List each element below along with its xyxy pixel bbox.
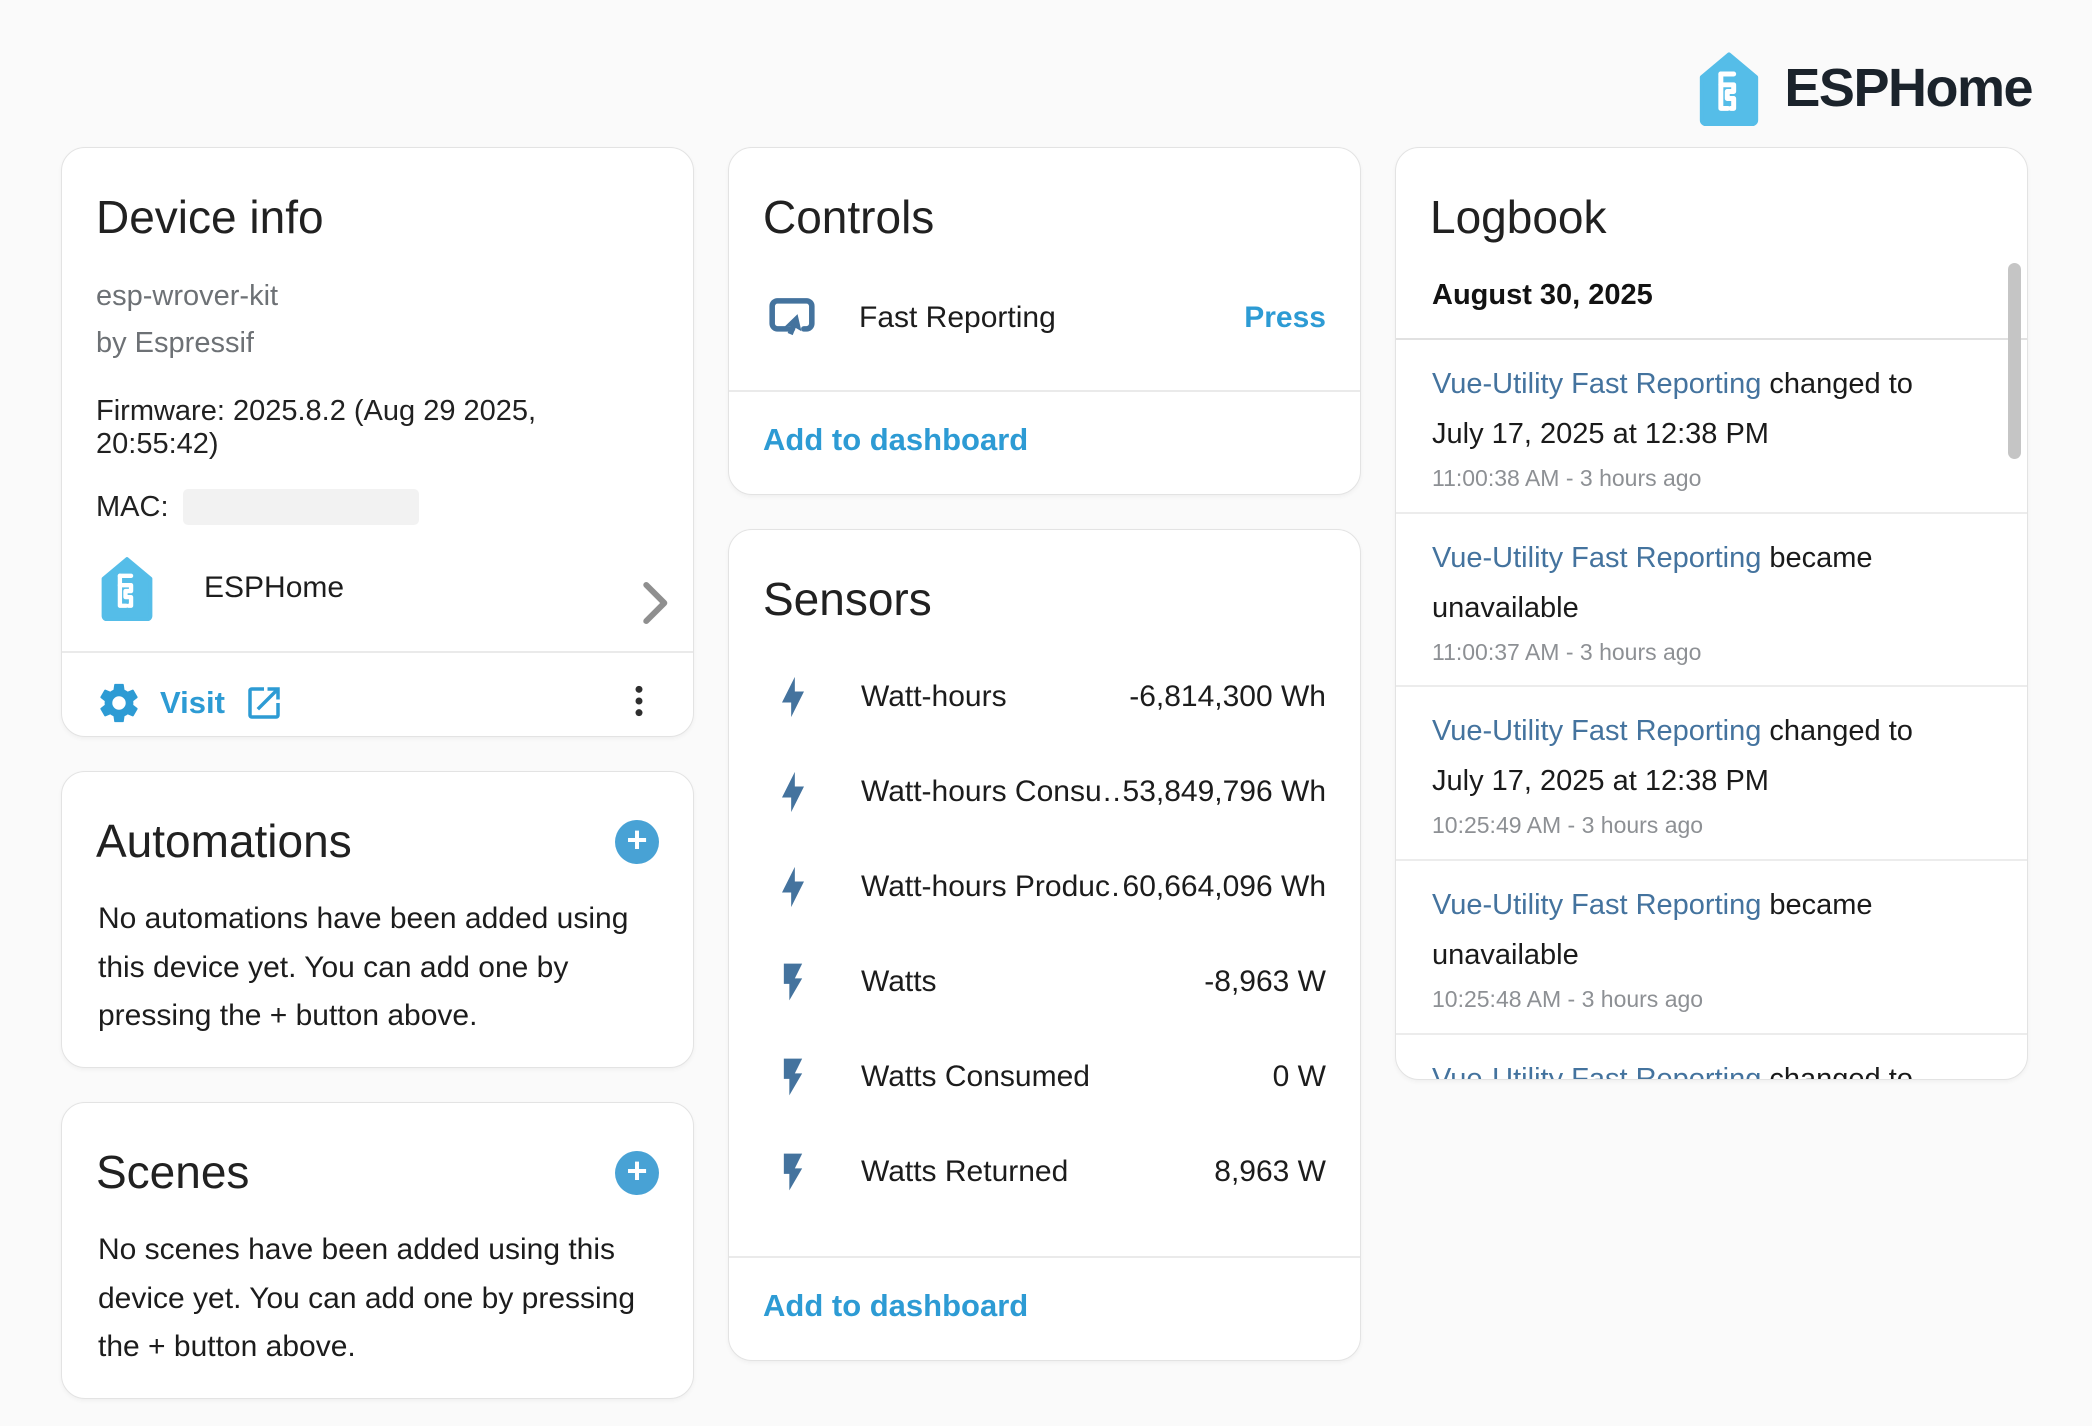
logbook-card: Logbook August 30, 2025 Vue-Utility Fast… — [1395, 147, 2028, 1080]
sensor-name: Watts — [861, 965, 937, 999]
logbook-entry-message: Vue-Utility Fast Reporting became unavai… — [1432, 881, 1965, 981]
flash-icon — [771, 960, 815, 1004]
device-page-grid: Device info esp-wrover-kit by Espressif … — [61, 147, 2028, 1399]
sensor-row-watt-hours-produced[interactable]: Watt-hours Produc… 60,664,096 Wh — [729, 839, 1360, 934]
device-name-and-manufacturer: esp-wrover-kit by Espressif — [62, 245, 693, 367]
chevron-right-icon — [623, 570, 659, 606]
integration-name: ESPHome — [204, 571, 344, 605]
gear-icon — [96, 680, 142, 726]
sensor-name: Watts Consumed — [861, 1060, 1090, 1094]
visit-label: Visit — [160, 685, 225, 721]
logbook-entry-message: Vue-Utility Fast Reporting became unavai… — [1432, 534, 1965, 634]
logbook-entity-link[interactable]: Vue-Utility Fast Reporting — [1432, 715, 1761, 747]
gesture-tap-button-icon — [763, 289, 821, 347]
logbook-entry-message: Vue-Utility Fast Reporting changed to Ju… — [1432, 707, 1965, 807]
automations-title: Automations — [96, 814, 352, 869]
controls-title: Controls — [729, 148, 1360, 245]
esphome-logo-icon — [96, 555, 158, 621]
device-card-footer: Visit — [62, 651, 693, 737]
integration-row-esphome[interactable]: ESPHome — [62, 525, 693, 651]
open-in-new-icon — [243, 682, 285, 724]
add-to-dashboard-link[interactable]: Add to dashboard — [763, 1288, 1028, 1323]
sensors-card: Sensors Watt-hours -6,814,300 Wh Watt-ho… — [728, 529, 1361, 1361]
lightning-bolt-icon — [771, 865, 815, 909]
logbook-entry: Vue-Utility Fast Reporting became unavai… — [1396, 514, 2027, 688]
device-mac-row: MAC: — [62, 461, 693, 525]
flash-icon — [771, 1055, 815, 1099]
scenes-title: Scenes — [96, 1145, 249, 1200]
automations-empty-text: No automations have been added using thi… — [62, 869, 693, 1041]
logbook-entity-link[interactable]: Vue-Utility Fast Reporting — [1432, 368, 1761, 400]
logbook-entity-link[interactable]: Vue-Utility Fast Reporting — [1432, 1063, 1761, 1079]
lightning-bolt-icon — [771, 770, 815, 814]
add-to-dashboard-link[interactable]: Add to dashboard — [763, 422, 1028, 457]
logbook-entry: Vue-Utility Fast Reporting became unavai… — [1396, 861, 2027, 1035]
logbook-entry-time: 10:25:48 AM - 3 hours ago — [1432, 985, 1965, 1015]
press-button[interactable]: Press — [1244, 301, 1326, 335]
device-info-card: Device info esp-wrover-kit by Espressif … — [61, 147, 694, 737]
visit-link[interactable]: Visit — [96, 680, 285, 726]
column-left: Device info esp-wrover-kit by Espressif … — [61, 147, 694, 1399]
sensor-row-watts-returned[interactable]: Watts Returned 8,963 W — [729, 1124, 1360, 1219]
sensor-value: 60,664,096 Wh — [1123, 870, 1326, 904]
device-name: esp-wrover-kit — [96, 280, 278, 312]
column-middle: Controls Fast Reporting Press Add to das… — [728, 147, 1361, 1399]
controls-footer: Add to dashboard — [729, 390, 1360, 494]
logbook-entity-link[interactable]: Vue-Utility Fast Reporting — [1432, 542, 1761, 574]
sensor-value: -6,814,300 Wh — [1129, 680, 1326, 714]
device-firmware: Firmware: 2025.8.2 (Aug 29 2025, 20:55:4… — [62, 367, 693, 461]
sensors-footer: Add to dashboard — [729, 1256, 1360, 1360]
esphome-logo-icon — [1694, 50, 1764, 126]
logbook-entry-message: Vue-Utility Fast Reporting changed to Ju… — [1432, 360, 1965, 460]
sensor-row-watt-hours-consumed[interactable]: Watt-hours Consu… 53,849,796 Wh — [729, 744, 1360, 839]
column-right: Logbook August 30, 2025 Vue-Utility Fast… — [1395, 147, 2028, 1399]
controls-card: Controls Fast Reporting Press Add to das… — [728, 147, 1361, 495]
sensor-row-watt-hours[interactable]: Watt-hours -6,814,300 Wh — [729, 649, 1360, 744]
brand-name: ESPHome — [1784, 57, 2032, 119]
logbook-title: Logbook — [1396, 148, 2027, 245]
device-manufacturer: by Espressif — [96, 327, 254, 359]
lightning-bolt-icon — [771, 675, 815, 719]
sensors-title: Sensors — [729, 530, 1360, 627]
add-scene-button[interactable]: + — [615, 1151, 659, 1195]
logbook-entry-time: 10:25:49 AM - 3 hours ago — [1432, 811, 1965, 841]
sensor-value: -8,963 W — [1204, 965, 1326, 999]
scenes-card: Scenes + No scenes have been added using… — [61, 1102, 694, 1399]
sensor-name: Watt-hours Produc… — [861, 870, 1123, 904]
sensor-name: Watts Returned — [861, 1155, 1068, 1189]
logbook-scrollbar-thumb[interactable] — [2008, 263, 2021, 459]
mac-label: MAC: — [96, 491, 169, 523]
sensor-row-watts-consumed[interactable]: Watts Consumed 0 W — [729, 1029, 1360, 1124]
logbook-entry-time: 11:00:37 AM - 3 hours ago — [1432, 638, 1965, 668]
sensor-value: 0 W — [1273, 1060, 1326, 1094]
automations-card: Automations + No automations have been a… — [61, 771, 694, 1068]
device-info-title: Device info — [62, 148, 693, 245]
logbook-entry: Vue-Utility Fast Reporting changed to Ju… — [1396, 1035, 2027, 1079]
logbook-entry-message: Vue-Utility Fast Reporting changed to Ju… — [1432, 1055, 1965, 1079]
scenes-empty-text: No scenes have been added using this dev… — [62, 1200, 693, 1372]
add-automation-button[interactable]: + — [615, 820, 659, 864]
scenes-header: Scenes + — [62, 1103, 693, 1200]
control-row-fast-reporting: Fast Reporting Press — [729, 245, 1360, 347]
logbook-scroll-area[interactable]: August 30, 2025 Vue-Utility Fast Reporti… — [1396, 245, 2027, 1079]
sensor-name: Watt-hours — [861, 680, 1007, 714]
logbook-entry: Vue-Utility Fast Reporting changed to Ju… — [1396, 340, 2027, 514]
esphome-brand: ESPHome — [1694, 50, 2032, 126]
control-name: Fast Reporting — [859, 301, 1056, 335]
logbook-date-header: August 30, 2025 — [1396, 245, 2027, 338]
sensor-rows: Watt-hours -6,814,300 Wh Watt-hours Cons… — [729, 627, 1360, 1219]
sensor-name: Watt-hours Consu… — [861, 775, 1123, 809]
mac-redacted-value — [183, 489, 419, 525]
sensor-value: 53,849,796 Wh — [1123, 775, 1326, 809]
sensor-row-watts[interactable]: Watts -8,963 W — [729, 934, 1360, 1029]
logbook-entry: Vue-Utility Fast Reporting changed to Ju… — [1396, 687, 2027, 861]
dots-vertical-icon[interactable] — [619, 681, 659, 725]
logbook-entry-time: 11:00:38 AM - 3 hours ago — [1432, 464, 1965, 494]
flash-icon — [771, 1150, 815, 1194]
sensor-value: 8,963 W — [1214, 1155, 1326, 1189]
automations-header: Automations + — [62, 772, 693, 869]
logbook-entity-link[interactable]: Vue-Utility Fast Reporting — [1432, 889, 1761, 921]
